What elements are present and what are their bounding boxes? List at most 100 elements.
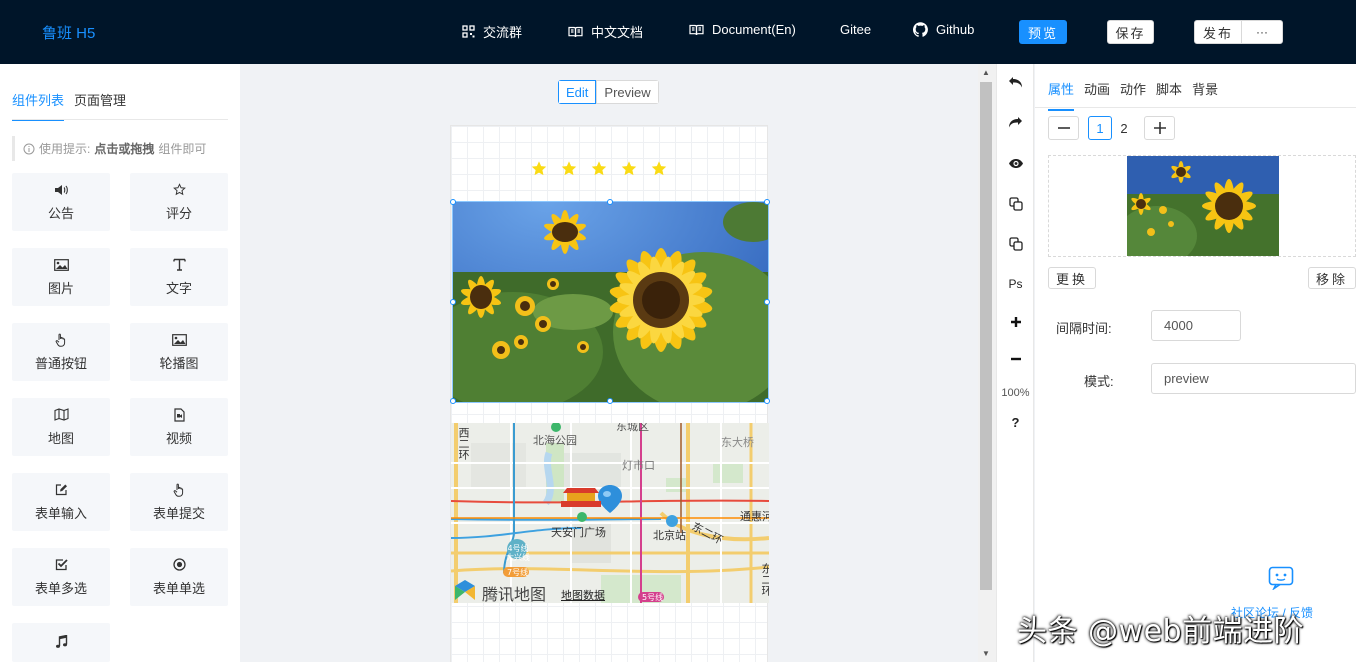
component-form-checkbox[interactable]: 表单多选: [12, 548, 110, 606]
book-icon: [568, 26, 583, 37]
preview-mode-button[interactable]: Preview: [596, 80, 659, 104]
star-icon[interactable]: [590, 160, 608, 177]
tab-page-manage[interactable]: 页面管理: [74, 90, 126, 121]
resize-handle[interactable]: [607, 199, 613, 205]
component-form-submit[interactable]: 表单提交: [130, 473, 228, 531]
property-panel: 属性 动画 动作 脚本 背景 1 2 更换 移除 间隔时间: 4000 模式: …: [1035, 64, 1356, 662]
publish-button[interactable]: 发布: [1195, 21, 1242, 43]
interval-input[interactable]: 4000: [1151, 310, 1241, 341]
image-icon: [171, 333, 187, 347]
qrcode-icon: [462, 25, 475, 38]
editor-canvas-area: Edit Preview 北海公园 东城区 东大桥 灯市口 天安门广场 北京站 …: [240, 64, 978, 662]
resize-handle[interactable]: [450, 199, 456, 205]
map-data-link[interactable]: 地图数据: [561, 587, 605, 603]
resize-handle[interactable]: [607, 398, 613, 404]
psd-import-button[interactable]: Ps: [997, 277, 1034, 291]
save-button[interactable]: 保存: [1107, 20, 1154, 44]
more-dropdown-button[interactable]: ···: [1242, 21, 1282, 43]
resize-handle[interactable]: [450, 299, 456, 305]
star-icon[interactable]: [620, 160, 638, 177]
copy-icon: [1008, 237, 1023, 251]
resize-handle[interactable]: [450, 398, 456, 404]
replace-image-button[interactable]: 更换: [1048, 267, 1096, 289]
component-video[interactable]: 视频: [130, 398, 228, 456]
paste-button[interactable]: [997, 237, 1034, 251]
preview-button[interactable]: 预览: [1019, 20, 1067, 44]
zoom-out-button[interactable]: [997, 357, 1034, 361]
component-label: 表单提交: [152, 505, 205, 521]
mode-label: 模式:: [1084, 374, 1114, 389]
interval-label: 间隔时间:: [1056, 321, 1112, 336]
nav-group-link[interactable]: 交流群: [462, 22, 522, 41]
zoom-in-button[interactable]: [997, 316, 1034, 328]
component-form-radio[interactable]: 表单单选: [130, 548, 228, 606]
component-image[interactable]: 图片: [12, 248, 110, 306]
component-carousel[interactable]: 轮播图: [130, 323, 228, 381]
undo-button[interactable]: [997, 76, 1034, 89]
image-thumbnail: [1127, 156, 1279, 256]
canvas-scrollbar[interactable]: ▲ ▼: [978, 64, 996, 662]
star-icon: [172, 183, 186, 197]
phone-canvas[interactable]: 北海公园 东城区 东大桥 灯市口 天安门广场 北京站 通惠河 东二环 西二环 4…: [450, 125, 770, 662]
component-label: 视频: [165, 430, 192, 446]
feedback-icon[interactable]: [1268, 566, 1294, 593]
text-icon: [172, 258, 186, 272]
component-label: 普通按钮: [34, 355, 87, 371]
undo-icon: [1009, 77, 1022, 88]
scroll-down-arrow[interactable]: ▼: [982, 649, 990, 658]
preview-eye-button[interactable]: [997, 158, 1034, 169]
component-text[interactable]: 文字: [130, 248, 228, 306]
map-label: 东城区: [616, 423, 649, 433]
rate-widget[interactable]: [530, 160, 668, 177]
star-icon[interactable]: [530, 160, 548, 177]
star-icon[interactable]: [650, 160, 668, 177]
component-label: 图片: [47, 280, 74, 296]
page-2-button[interactable]: 2: [1112, 116, 1136, 140]
component-button[interactable]: 普通按钮: [12, 323, 110, 381]
tip-suffix: 组件即可: [158, 142, 207, 156]
nav-en-docs-link[interactable]: Document(En): [689, 22, 796, 37]
nav-zh-docs-label: 中文文档: [591, 25, 644, 40]
map-label: 东二环: [760, 563, 769, 596]
star-icon[interactable]: [560, 160, 578, 177]
mode-input[interactable]: preview: [1151, 363, 1356, 394]
component-form-input[interactable]: 表单输入: [12, 473, 110, 531]
resize-handle[interactable]: [764, 199, 770, 205]
add-page-button[interactable]: [1144, 116, 1175, 140]
scroll-up-arrow[interactable]: ▲: [982, 68, 990, 77]
resize-handle[interactable]: [764, 398, 770, 404]
radio-icon: [172, 558, 186, 572]
tip-bold: 点击或拖拽: [94, 142, 155, 156]
top-header: 鲁班 H5 交流群 中文文档 Document(En) Gitee Github…: [0, 0, 1356, 64]
map-label: 北京站: [653, 529, 686, 542]
help-button[interactable]: ?: [997, 415, 1034, 430]
app-logo[interactable]: 鲁班 H5: [42, 22, 95, 43]
component-music[interactable]: [12, 623, 110, 662]
nav-gitee-link[interactable]: Gitee: [840, 22, 871, 37]
video-file-icon: [173, 407, 185, 422]
redo-button[interactable]: [997, 116, 1034, 129]
copy-button[interactable]: [997, 197, 1034, 211]
image-uploader[interactable]: [1048, 155, 1356, 257]
page-1-button[interactable]: 1: [1088, 116, 1112, 140]
map-label: 西二环: [457, 427, 470, 460]
component-label: 轮播图: [159, 355, 199, 371]
watermark-text: 头条 @web前端进阶: [1017, 614, 1305, 649]
component-notice[interactable]: 公告: [12, 173, 110, 231]
edit-mode-button[interactable]: Edit: [558, 80, 597, 104]
map-widget[interactable]: 北海公园 东城区 东大桥 灯市口 天安门广场 北京站 通惠河 东二环 西二环 4…: [451, 423, 769, 603]
component-map[interactable]: 地图: [12, 398, 110, 456]
component-rate[interactable]: 评分: [130, 173, 228, 231]
component-label: 公告: [47, 205, 74, 221]
minus-icon: [1057, 127, 1070, 129]
map-label: 灯市口: [622, 459, 655, 472]
sunflower-image[interactable]: [452, 201, 769, 403]
scrollbar-thumb[interactable]: [980, 82, 992, 590]
remove-image-button[interactable]: 移除: [1308, 267, 1356, 289]
remove-page-button[interactable]: [1048, 116, 1079, 140]
nav-zh-docs-link[interactable]: 中文文档: [568, 22, 643, 41]
tab-component-list[interactable]: 组件列表: [12, 90, 65, 121]
nav-github-link[interactable]: Github: [913, 22, 974, 37]
resize-handle[interactable]: [764, 299, 770, 305]
volume-icon: [54, 183, 68, 197]
